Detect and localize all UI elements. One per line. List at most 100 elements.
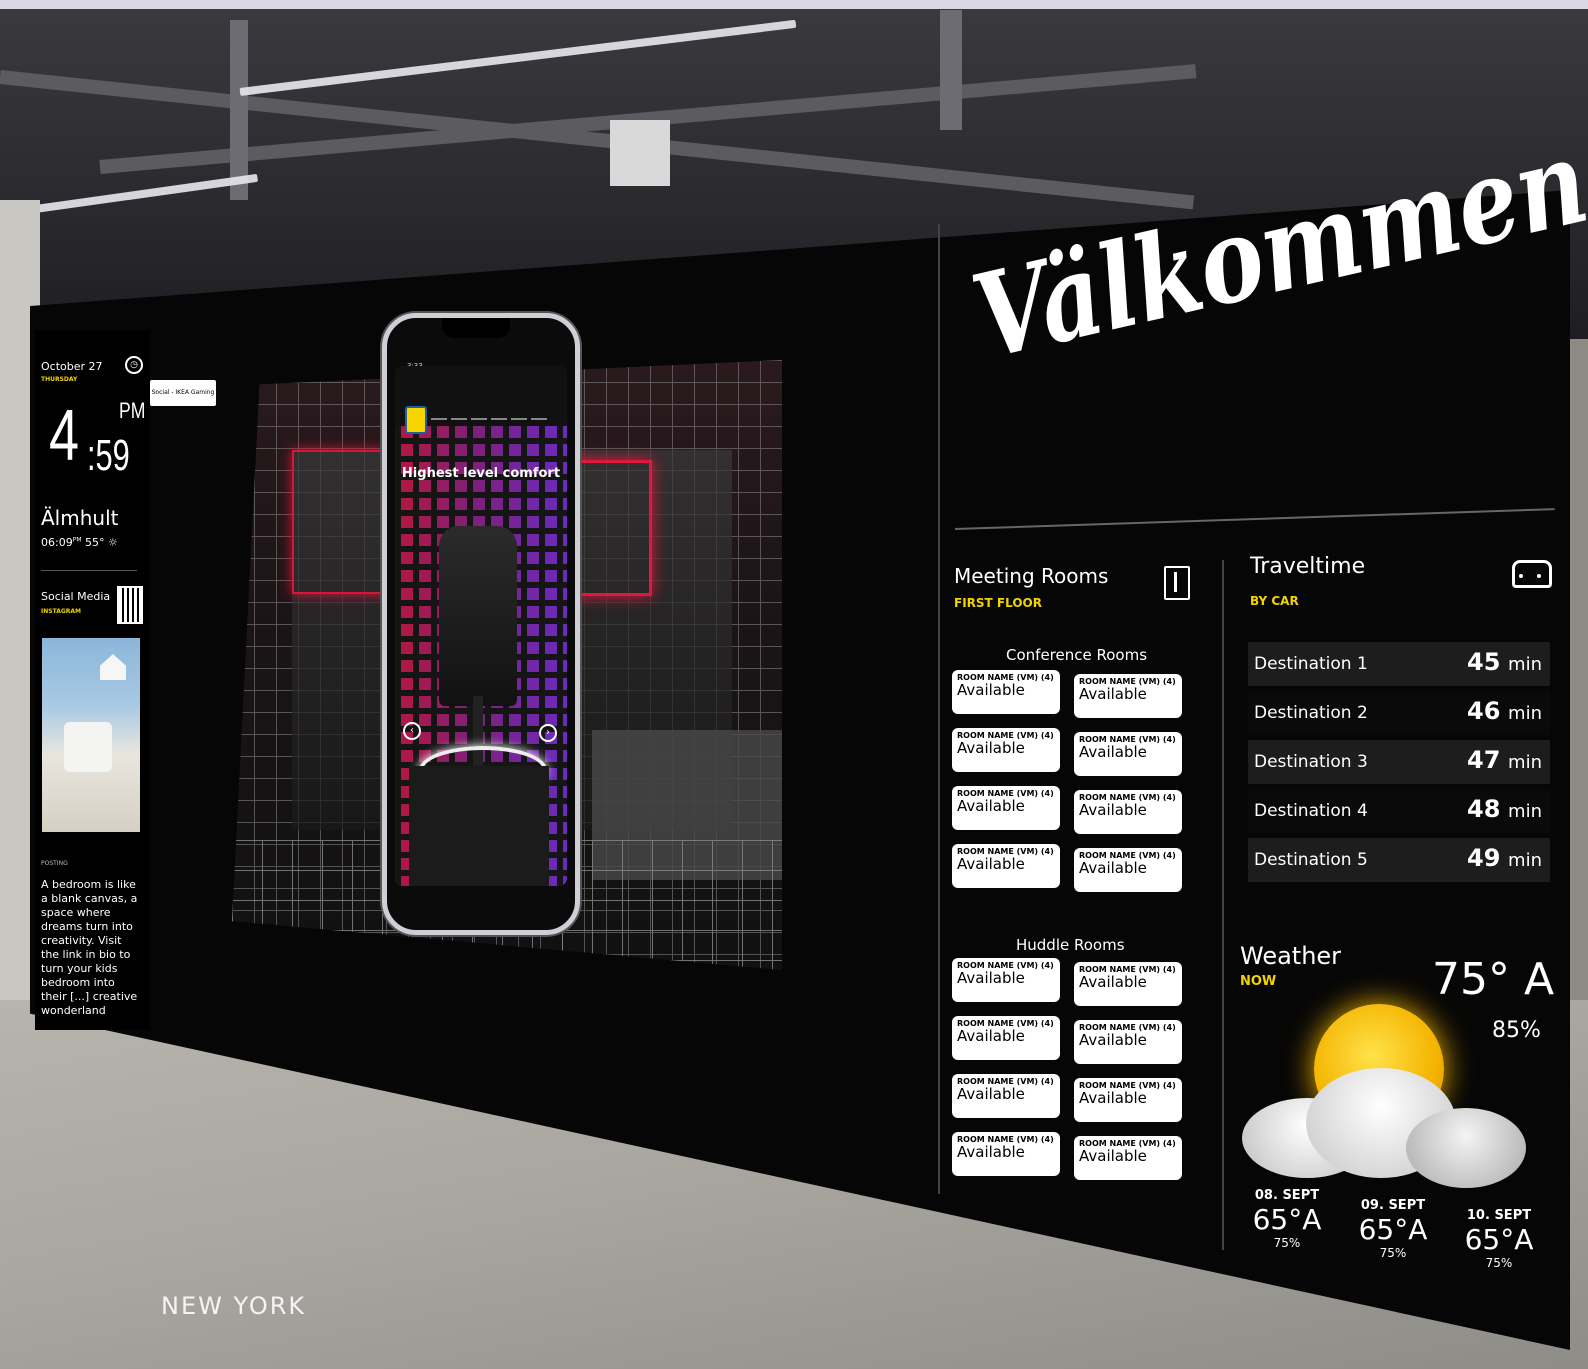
forecast-date: 08. SEPT	[1254, 1188, 1320, 1203]
gaming-chair	[439, 526, 517, 706]
time-minutes: :59	[87, 431, 130, 480]
info-panel: October 27 THURSDAY ◷ 4 :59 PM Älmhult 0…	[35, 330, 150, 1030]
qr-code-icon[interactable]	[117, 586, 143, 624]
story-progress	[431, 418, 549, 420]
room-status: Available	[1079, 801, 1147, 819]
destination-time: 48 min	[1467, 795, 1542, 823]
room-tile[interactable]: ROOM NAME (VM) (4) Available	[1074, 1136, 1182, 1180]
room-status: Available	[1079, 743, 1147, 761]
post-label: POSTING	[41, 860, 68, 867]
local-time-suffix: PM	[72, 536, 82, 544]
car-icon	[1512, 560, 1552, 588]
room-tile[interactable]: ROOM NAME (VM) (4) Available	[952, 1132, 1060, 1176]
room-tile[interactable]: ROOM NAME (VM) (4) Available	[1074, 732, 1182, 776]
room-status: Available	[1079, 685, 1147, 703]
weather-subtitle: NOW	[1240, 974, 1277, 989]
meeting-subtitle: FIRST FLOOR	[954, 596, 1042, 610]
destination-unit: min	[1508, 703, 1542, 724]
destination-row: Destination 2 46 min	[1248, 691, 1550, 735]
phone-headline: Highest level comfort	[401, 466, 561, 481]
room-tile[interactable]: ROOM NAME (VM) (4) Available	[1074, 1020, 1182, 1064]
channel-tag: Social - IKEA Gaming	[150, 380, 216, 406]
destination-name: Destination 2	[1254, 703, 1368, 723]
room-status: Available	[957, 681, 1025, 699]
destination-name: Destination 5	[1254, 850, 1368, 870]
local-temperature: 55°	[85, 536, 105, 549]
room-tile[interactable]: ROOM NAME (VM) (4) Available	[952, 1016, 1060, 1060]
destination-unit: min	[1508, 752, 1542, 773]
weather-section: Weather NOW 75° A 85% 08. SEPT 65°A 75% 09.…	[1236, 938, 1566, 1328]
screen-divider	[938, 224, 940, 1194]
room-status: Available	[1079, 1089, 1147, 1107]
travel-title: Traveltime	[1250, 554, 1366, 579]
neon-frame	[292, 450, 396, 594]
room-status: Available	[1079, 973, 1147, 991]
destination-name: Destination 1	[1254, 654, 1368, 674]
ceiling-sign	[610, 120, 670, 186]
forecast-humidity: 75%	[1485, 1256, 1513, 1270]
forecast-date: 10. SEPT	[1466, 1208, 1532, 1223]
ceiling-pipe	[230, 20, 248, 200]
local-time: 06:09	[41, 536, 73, 549]
door-icon	[1164, 566, 1190, 600]
social-handle: INSTAGRAM	[41, 608, 82, 615]
travel-subtitle: BY CAR	[1250, 594, 1299, 608]
weather-title: Weather	[1240, 942, 1342, 970]
room-tile[interactable]: ROOM NAME (VM) (4) Available	[1074, 674, 1182, 718]
ampm-label: PM	[119, 398, 146, 423]
chevron-left-icon[interactable]: ‹	[403, 722, 421, 740]
meeting-rooms-section: Meeting Rooms FIRST FLOOR Conference Roo…	[950, 560, 1200, 1220]
room-status: Available	[957, 969, 1025, 987]
destination-row: Destination 1 45 min	[1248, 642, 1550, 686]
destination-time: 46 min	[1467, 697, 1542, 725]
room-tile[interactable]: ROOM NAME (VM) (4) Available	[952, 844, 1060, 888]
local-weather-row: 06:09PM 55° ☼	[41, 536, 118, 549]
room-tile[interactable]: ROOM NAME (VM) (4) Available	[952, 670, 1060, 714]
chevron-right-icon[interactable]: ›	[539, 724, 557, 742]
destination-name: Destination 3	[1254, 752, 1368, 772]
destination-minutes: 47	[1467, 746, 1501, 774]
forecast-day: 09. SEPT 65°A 75%	[1348, 1198, 1438, 1260]
destination-minutes: 45	[1467, 648, 1501, 676]
clock-icon: ◷	[125, 356, 143, 374]
destination-row: Destination 5 49 min	[1248, 838, 1550, 882]
section-divider	[1222, 560, 1224, 1250]
room-tile[interactable]: ROOM NAME (VM) (4) Available	[952, 728, 1060, 772]
phone-screen: Highest level comfort ‹ ›	[395, 366, 567, 886]
destination-minutes: 49	[1467, 844, 1501, 872]
forecast-date: 09. SEPT	[1360, 1198, 1426, 1213]
phone-mockup: 3:33 Highest level comfort ‹ ›	[382, 313, 580, 935]
huddle-heading: Huddle Rooms	[1016, 936, 1125, 954]
location-caption: NEW YORK	[161, 1292, 307, 1320]
room-status: Available	[957, 855, 1025, 873]
room-tile[interactable]: ROOM NAME (VM) (4) Available	[1074, 1078, 1182, 1122]
forecast-temp: 65°A	[1358, 1213, 1428, 1246]
room-tile[interactable]: ROOM NAME (VM) (4) Available	[1074, 962, 1182, 1006]
room-status: Available	[957, 1085, 1025, 1103]
destination-unit: min	[1508, 654, 1542, 675]
room-status: Available	[957, 1027, 1025, 1045]
room-tile[interactable]: ROOM NAME (VM) (4) Available	[952, 786, 1060, 830]
house-shelf	[100, 654, 126, 680]
room-tile[interactable]: ROOM NAME (VM) (4) Available	[1074, 790, 1182, 834]
post-text: A bedroom is like a blank canvas, a spac…	[41, 878, 138, 1017]
room-status: Available	[957, 739, 1025, 757]
destination-time: 45 min	[1467, 648, 1542, 676]
partly-cloudy-icon	[1236, 998, 1536, 1198]
room-tile[interactable]: ROOM NAME (VM) (4) Available	[952, 958, 1060, 1002]
city-label: Älmhult	[41, 506, 119, 530]
display-pedestal	[409, 766, 549, 886]
bed-illustration	[64, 722, 112, 772]
forecast-day: 08. SEPT 65°A 75%	[1242, 1188, 1332, 1250]
date-label: October 27	[41, 360, 103, 373]
room-tile[interactable]: ROOM NAME (VM) (4) Available	[1074, 848, 1182, 892]
room-status: Available	[1079, 859, 1147, 877]
meeting-title: Meeting Rooms	[954, 564, 1109, 588]
top-border	[0, 0, 1588, 9]
room-tile[interactable]: ROOM NAME (VM) (4) Available	[952, 1074, 1060, 1118]
destination-row: Destination 4 48 min	[1248, 789, 1550, 833]
social-title: Social Media	[41, 590, 111, 603]
destination-row: Destination 3 47 min	[1248, 740, 1550, 784]
destination-unit: min	[1508, 801, 1542, 822]
room-status: Available	[957, 797, 1025, 815]
